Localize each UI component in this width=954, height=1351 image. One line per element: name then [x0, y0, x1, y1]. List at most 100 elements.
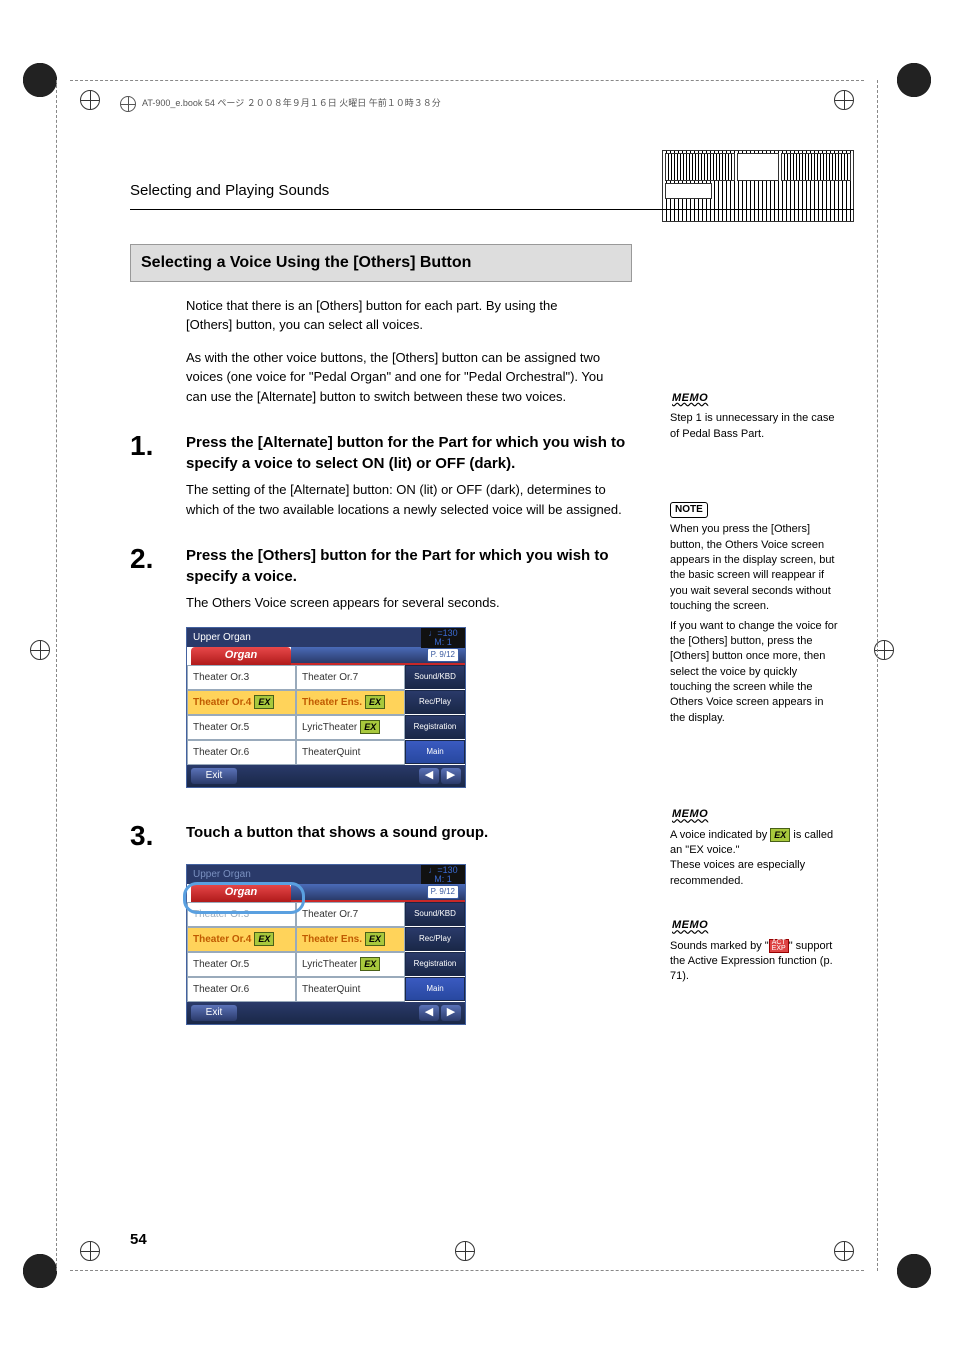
next-page-button[interactable]: ▶: [441, 1005, 461, 1021]
intro-p1: Notice that there is an [Others] button …: [186, 296, 606, 335]
crop-mark: [894, 1251, 934, 1291]
prev-page-button[interactable]: ◀: [419, 1005, 439, 1021]
tempo-indicator: ♩=130 M: 1: [421, 865, 465, 885]
book-meta: AT-900_e.book 54 ページ ２００８年９月１６日 火曜日 午前１０…: [120, 96, 441, 112]
voice-cell[interactable]: Theater Or.6: [187, 740, 296, 765]
voice-grid: Theater Or.3 Theater Or.7 Sound/KBD Thea…: [187, 902, 465, 1002]
main-column: Selecting a Voice Using the [Others] But…: [130, 244, 630, 1025]
step1-text: The setting of the [Alternate] button: O…: [186, 480, 630, 519]
tempo-indicator: ♩=130 M: 1: [421, 628, 465, 648]
book-meta-text: AT-900_e.book 54 ページ ２００８年９月１６日 火曜日 午前１０…: [142, 97, 441, 111]
active-expression-icon: ACTEXP: [769, 939, 789, 953]
page-indicator: P. 9/12: [427, 648, 459, 662]
page-indicator: P. 9/12: [427, 885, 459, 899]
page-number: 54: [130, 1229, 147, 1252]
registration-mark-icon: [80, 1241, 100, 1261]
step-number: 1.: [130, 432, 186, 519]
step2-title: Press the [Others] button for the Part f…: [186, 545, 630, 587]
screen-title: Upper Organ: [193, 869, 251, 880]
voice-cell[interactable]: TheaterQuint: [296, 977, 405, 1002]
side-btn-registration[interactable]: Registration: [405, 715, 465, 739]
step2-text: The Others Voice screen appears for seve…: [186, 593, 630, 613]
voice-grid: Theater Or.3 Theater Or.7 Sound/KBD Thea…: [187, 665, 465, 765]
crop-mark: [20, 1251, 60, 1291]
ex-badge-icon: EX: [770, 828, 790, 842]
registration-mark-icon: [834, 90, 854, 110]
screen-title: Upper Organ: [193, 632, 251, 643]
memo-block: MEMO Sounds marked by "ACTEXP" support t…: [670, 917, 840, 985]
side-btn-main[interactable]: Main: [405, 977, 465, 1001]
voice-cell[interactable]: Theater Or.5: [187, 715, 296, 740]
tab-strip: P. 9/12: [291, 647, 465, 665]
registration-mark-icon: [834, 1241, 854, 1261]
memo-label: MEMO: [670, 917, 710, 934]
screen-bottom-bar: Exit ◀ ▶: [187, 765, 465, 787]
ex-badge-icon: EX: [365, 695, 385, 709]
next-page-button[interactable]: ▶: [441, 768, 461, 784]
side-btn-registration[interactable]: Registration: [405, 952, 465, 976]
exit-button[interactable]: Exit: [191, 1005, 237, 1021]
note-p1: When you press the [Others] button, the …: [670, 522, 840, 614]
voice-cell-selected[interactable]: Theater Ens.EX: [296, 690, 405, 715]
registration-mark-icon: [120, 96, 136, 112]
page: AT-900_e.book 54 ページ ２００８年９月１６日 火曜日 午前１０…: [0, 0, 954, 1351]
ex-badge-icon: EX: [360, 957, 380, 971]
trim-frame-right: [877, 80, 878, 1271]
memo2-text: A voice indicated by EX is called an "EX…: [670, 828, 840, 859]
registration-mark-icon: [30, 640, 50, 660]
voice-cell-selected[interactable]: Theater Or.4EX: [187, 690, 296, 715]
ex-badge-icon: EX: [254, 932, 274, 946]
memo-label: MEMO: [670, 806, 710, 823]
sub-heading: Selecting a Voice Using the [Others] But…: [130, 244, 632, 282]
note-block: NOTE When you press the [Others] button,…: [670, 502, 840, 726]
screen-titlebar: Upper Organ ♩=130 M: 1: [187, 628, 465, 647]
voice-cell[interactable]: LyricTheaterEX: [296, 715, 405, 740]
side-column: MEMO Step 1 is unnecessary in the case o…: [670, 180, 840, 1013]
step-number: 2.: [130, 545, 186, 613]
voice-cell[interactable]: Theater Or.3: [187, 902, 296, 927]
side-btn-recplay[interactable]: Rec/Play: [405, 927, 465, 951]
memo1-text: Step 1 is unnecessary in the case of Ped…: [670, 411, 840, 442]
prev-page-button[interactable]: ◀: [419, 768, 439, 784]
step3-title: Touch a button that shows a sound group.: [186, 822, 630, 843]
side-btn-main[interactable]: Main: [405, 740, 465, 764]
ex-badge-icon: EX: [365, 932, 385, 946]
note-p2: If you want to change the voice for the …: [670, 619, 840, 727]
memo-block: MEMO Step 1 is unnecessary in the case o…: [670, 390, 840, 442]
crop-mark: [894, 60, 934, 100]
voice-cell[interactable]: Theater Or.7: [296, 902, 405, 927]
voice-cell[interactable]: Theater Or.3: [187, 665, 296, 690]
trim-frame-left: [56, 80, 57, 1271]
registration-mark-icon: [455, 1241, 475, 1261]
others-voice-screen-callout: Upper Organ ♩=130 M: 1 Organ P. 9/12 The…: [186, 864, 466, 1025]
tab-organ[interactable]: Organ: [191, 884, 291, 902]
voice-cell-selected[interactable]: Theater Or.4EX: [187, 927, 296, 952]
others-voice-screen: Upper Organ ♩=130 M: 1 Organ P. 9/12 The…: [186, 627, 466, 788]
voice-cell[interactable]: LyricTheaterEX: [296, 952, 405, 977]
voice-cell[interactable]: Theater Or.7: [296, 665, 405, 690]
voice-cell-selected[interactable]: Theater Ens.EX: [296, 927, 405, 952]
crop-mark: [20, 60, 60, 100]
registration-mark-icon: [80, 90, 100, 110]
registration-mark-icon: [874, 640, 894, 660]
intro-p2: As with the other voice buttons, the [Ot…: [186, 348, 606, 407]
step-2: 2. Press the [Others] button for the Par…: [130, 545, 630, 613]
memo2-text2: These voices are especially recommended.: [670, 858, 840, 889]
exit-button[interactable]: Exit: [191, 768, 237, 784]
ex-badge-icon: EX: [254, 695, 274, 709]
side-btn-soundkbd[interactable]: Sound/KBD: [405, 665, 465, 689]
side-btn-soundkbd[interactable]: Sound/KBD: [405, 902, 465, 926]
voice-cell[interactable]: Theater Or.6: [187, 977, 296, 1002]
memo-label: MEMO: [670, 390, 710, 407]
side-btn-recplay[interactable]: Rec/Play: [405, 690, 465, 714]
voice-cell[interactable]: TheaterQuint: [296, 740, 405, 765]
step-3: 3. Touch a button that shows a sound gro…: [130, 822, 630, 850]
memo-block: MEMO A voice indicated by EX is called a…: [670, 806, 840, 889]
tab-organ[interactable]: Organ: [191, 647, 291, 665]
step-1: 1. Press the [Alternate] button for the …: [130, 432, 630, 519]
voice-cell[interactable]: Theater Or.5: [187, 952, 296, 977]
note-label: NOTE: [670, 502, 708, 518]
memo3-text: Sounds marked by "ACTEXP" support the Ac…: [670, 939, 840, 985]
screen-titlebar: Upper Organ ♩=130 M: 1: [187, 865, 465, 884]
content-area: Selecting and Playing Sounds Selecting a…: [130, 180, 854, 1025]
